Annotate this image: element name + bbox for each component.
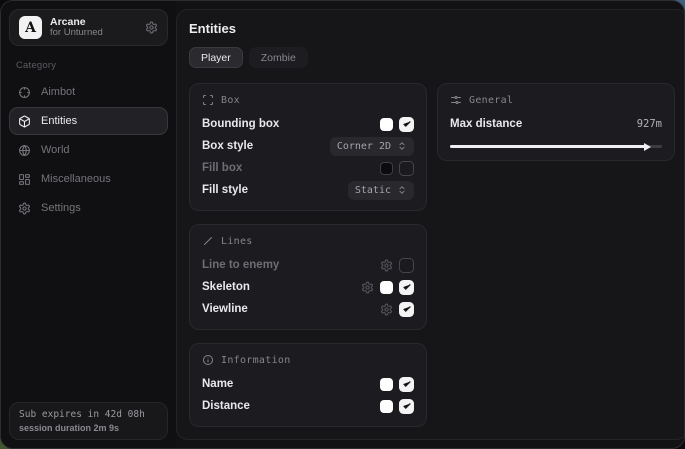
main-panel: Entities Player Zombie Box Bounding box [176,9,685,440]
row-viewline: Viewline [202,298,414,320]
page-title: Entities [189,21,675,36]
app-window: A Arcane for Unturned Category Aimbot En… [0,0,685,449]
row-label: Max distance [450,118,522,130]
viewline-checkbox[interactable] [399,302,414,317]
general-card-header: General [450,94,662,106]
app-logo: A [19,16,42,39]
sidebar-nav: Aimbot Entities World Miscellaneous Sett… [9,78,168,222]
row-line-to-enemy: Line to enemy [202,254,414,276]
distance-checkbox[interactable] [399,399,414,414]
card-title: General [469,95,513,106]
session-duration: session duration 2m 9s [19,422,158,434]
color-swatch[interactable] [380,400,393,413]
sidebar-item-label: Entities [41,115,77,127]
slider-value: 927m [637,118,662,130]
globe-icon [18,144,31,157]
subscription-expiry: Sub expires in 42d 08h [19,409,158,422]
dropdown-value: Corner 2D [337,141,391,152]
box-icon [18,115,31,128]
row-label: Bounding box [202,118,279,130]
box-style-dropdown[interactable]: Corner 2D [330,137,414,156]
brand-text: Arcane for Unturned [50,16,137,39]
gear-icon[interactable] [380,303,393,316]
brand-subtitle: for Unturned [50,28,137,39]
sidebar-item-miscellaneous[interactable]: Miscellaneous [9,165,168,193]
category-label: Category [16,60,168,71]
sidebar-item-settings[interactable]: Settings [9,194,168,222]
information-card-header: Information [202,354,414,366]
lines-card-header: Lines [202,235,414,247]
color-swatch[interactable] [380,378,393,391]
card-title: Lines [221,236,253,247]
row-bounding-box: Bounding box [202,113,414,135]
layout-grid-icon [18,173,31,186]
general-card: General Max distance 927m [437,83,675,161]
crosshair-icon [18,86,31,99]
slider-fill [450,145,647,148]
box-card: Box Bounding box Box style Corner 2D [189,83,427,211]
tab-player[interactable]: Player [189,47,243,68]
name-checkbox[interactable] [399,377,414,392]
line-to-enemy-checkbox[interactable] [399,258,414,273]
color-swatch[interactable] [380,162,393,175]
fill-style-dropdown[interactable]: Static [348,181,414,200]
right-column: General Max distance 927m [437,83,675,161]
row-box-style: Box style Corner 2D [202,135,414,157]
tab-zombie[interactable]: Zombie [249,47,308,68]
row-skeleton: Skeleton [202,276,414,298]
color-swatch[interactable] [380,281,393,294]
sidebar-item-label: World [41,144,70,156]
skeleton-checkbox[interactable] [399,280,414,295]
max-distance-slider[interactable] [450,142,662,151]
content-columns: Box Bounding box Box style Corner 2D [189,83,675,427]
gear-icon [18,202,31,215]
brand-card: A Arcane for Unturned [9,9,168,46]
row-label: Fill box [202,162,242,174]
row-label: Line to enemy [202,259,279,271]
slider-thumb-arrow-icon[interactable] [644,143,651,151]
color-swatch[interactable] [380,118,393,131]
bounding-box-checkbox[interactable] [399,117,414,132]
box-card-header: Box [202,94,414,106]
sidebar-item-entities[interactable]: Entities [9,107,168,135]
left-column: Box Bounding box Box style Corner 2D [189,83,427,427]
sidebar-item-label: Settings [41,202,81,214]
dropdown-value: Static [355,185,391,196]
sidebar-item-label: Miscellaneous [41,173,111,185]
sidebar-item-label: Aimbot [41,86,75,98]
sidebar: A Arcane for Unturned Category Aimbot En… [1,1,176,448]
lines-card: Lines Line to enemy Skeleton [189,224,427,330]
subscription-card: Sub expires in 42d 08h session duration … [9,402,168,440]
row-name: Name [202,373,414,395]
chevrons-up-down-icon [397,141,407,151]
info-icon [202,354,214,366]
row-max-distance: Max distance 927m [450,113,662,135]
fill-box-checkbox[interactable] [399,161,414,176]
sidebar-item-world[interactable]: World [9,136,168,164]
row-label: Fill style [202,184,248,196]
row-label: Distance [202,400,250,412]
row-label: Name [202,378,233,390]
row-distance: Distance [202,395,414,417]
diagonal-line-icon [202,235,214,247]
chevrons-up-down-icon [397,185,407,195]
gear-icon[interactable] [380,259,393,272]
row-label: Box style [202,140,253,152]
sliders-icon [450,94,462,106]
row-label: Skeleton [202,281,250,293]
gear-icon[interactable] [145,21,158,34]
row-fill-box: Fill box [202,157,414,179]
card-title: Information [221,355,291,366]
card-title: Box [221,95,240,106]
sidebar-item-aimbot[interactable]: Aimbot [9,78,168,106]
gear-icon[interactable] [361,281,374,294]
information-card: Information Name Distance [189,343,427,427]
scan-icon [202,94,214,106]
row-label: Viewline [202,303,248,315]
tab-bar: Player Zombie [189,47,675,68]
row-fill-style: Fill style Static [202,179,414,201]
